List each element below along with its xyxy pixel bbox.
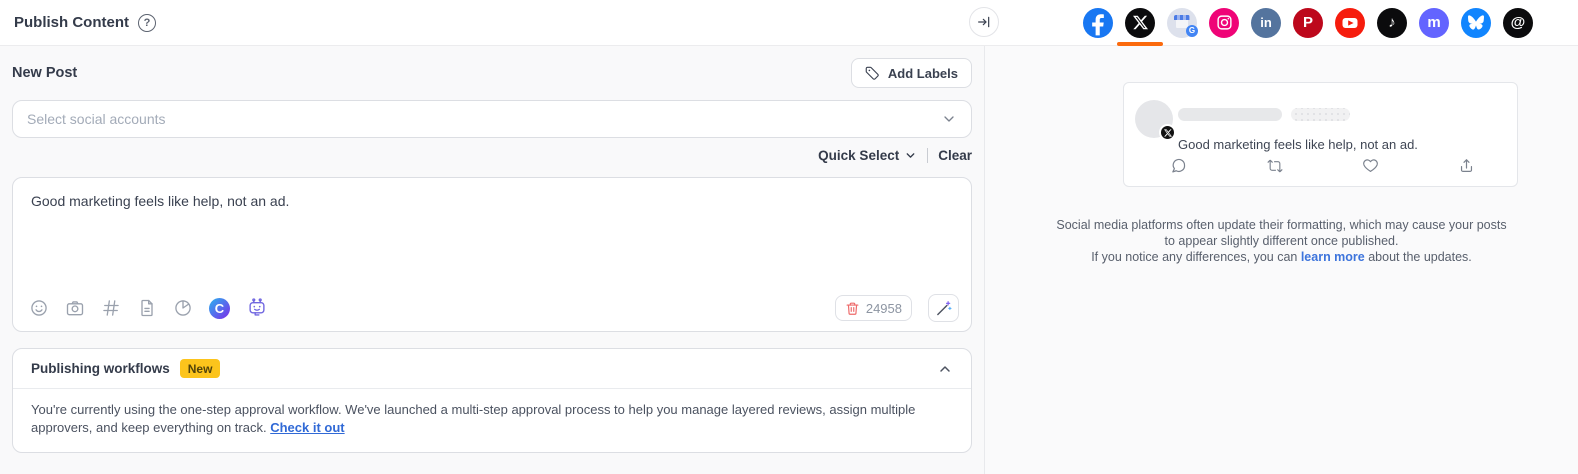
facebook-icon bbox=[1092, 13, 1104, 35]
header: Publish Content ? G in P ♪ m @ bbox=[0, 0, 1578, 46]
network-tab-facebook[interactable] bbox=[1083, 7, 1113, 38]
post-preview-card: Good marketing feels like help, not an a… bbox=[1123, 82, 1518, 187]
composer-toolbar: C 24958 bbox=[29, 294, 959, 322]
compose-panel: New Post Add Labels Select social accoun… bbox=[0, 46, 985, 474]
publish-content-page: Publish Content ? G in P ♪ m @ New Post … bbox=[0, 0, 1578, 474]
add-labels-button[interactable]: Add Labels bbox=[850, 58, 972, 88]
divider bbox=[927, 147, 929, 163]
network-tab-bluesky[interactable] bbox=[1461, 7, 1491, 38]
network-tabs: G in P ♪ m @ bbox=[985, 0, 1578, 46]
collapse-panel-button[interactable] bbox=[969, 7, 999, 37]
google-g-badge: G bbox=[1186, 24, 1198, 37]
network-tab-threads[interactable]: @ bbox=[1503, 7, 1533, 38]
skeleton-bar bbox=[1291, 108, 1350, 121]
avatar bbox=[1135, 100, 1176, 141]
mastodon-icon: m bbox=[1427, 14, 1441, 31]
hashtag-icon[interactable] bbox=[101, 298, 121, 318]
char-count-value: 24958 bbox=[865, 300, 902, 316]
network-tab-linkedin[interactable]: in bbox=[1251, 7, 1281, 38]
emoji-icon[interactable] bbox=[29, 298, 49, 318]
preview-panel: Good marketing feels like help, not an a… bbox=[985, 46, 1578, 474]
learn-more-link[interactable]: learn more bbox=[1301, 250, 1365, 264]
network-tab-instagram[interactable] bbox=[1209, 7, 1239, 38]
tiktok-icon: ♪ bbox=[1388, 14, 1396, 31]
x-icon bbox=[1163, 128, 1172, 137]
x-icon bbox=[1132, 15, 1148, 30]
username-skeleton bbox=[1178, 108, 1350, 121]
arrow-to-bar-icon bbox=[978, 16, 990, 28]
trash-icon bbox=[846, 302, 859, 315]
canva-icon[interactable]: C bbox=[209, 297, 230, 319]
tag-icon bbox=[865, 66, 879, 80]
character-counter[interactable]: 24958 bbox=[834, 295, 912, 321]
share-icon bbox=[1458, 157, 1475, 175]
post-text-input[interactable]: Good marketing feels like help, not an a… bbox=[31, 193, 953, 209]
pinterest-icon: P bbox=[1302, 14, 1313, 31]
help-icon[interactable]: ? bbox=[138, 13, 156, 32]
ai-robot-icon[interactable] bbox=[246, 297, 268, 319]
ai-magic-wand-button[interactable] bbox=[928, 294, 959, 322]
new-post-title: New Post bbox=[12, 65, 78, 81]
linkedin-icon: in bbox=[1260, 15, 1272, 30]
post-composer[interactable]: Good marketing feels like help, not an a… bbox=[12, 177, 972, 332]
clear-button[interactable]: Clear bbox=[938, 148, 972, 163]
social-accounts-select[interactable]: Select social accounts bbox=[12, 100, 972, 138]
new-badge: New bbox=[179, 359, 221, 378]
page-title: Publish Content bbox=[14, 14, 129, 31]
network-tab-tiktok[interactable]: ♪ bbox=[1377, 7, 1407, 38]
preview-post-text: Good marketing feels like help, not an a… bbox=[1178, 137, 1418, 152]
workflows-title: Publishing workflows bbox=[31, 361, 170, 376]
magic-wand-icon bbox=[937, 300, 952, 315]
formatting-disclaimer: Social media platforms often update thei… bbox=[1056, 218, 1507, 264]
header-left: Publish Content ? bbox=[0, 0, 985, 46]
check-it-out-link[interactable]: Check it out bbox=[270, 420, 344, 435]
bluesky-butterfly-icon bbox=[1468, 15, 1484, 30]
network-tab-google-business[interactable]: G bbox=[1167, 7, 1198, 38]
network-tab-mastodon[interactable]: m bbox=[1419, 7, 1449, 38]
network-tab-pinterest[interactable]: P bbox=[1293, 7, 1323, 38]
reply-icon bbox=[1170, 157, 1187, 175]
threads-icon: @ bbox=[1510, 14, 1526, 31]
workflows-header[interactable]: Publishing workflows New bbox=[13, 349, 971, 389]
network-tab-youtube[interactable] bbox=[1335, 7, 1365, 38]
select-placeholder: Select social accounts bbox=[27, 111, 166, 127]
panel-divider bbox=[984, 0, 985, 474]
camera-icon[interactable] bbox=[65, 298, 85, 318]
x-network-badge bbox=[1159, 124, 1176, 141]
document-icon[interactable] bbox=[137, 298, 157, 318]
instagram-icon bbox=[1216, 15, 1232, 30]
youtube-icon bbox=[1335, 7, 1365, 38]
chevron-down-icon bbox=[906, 152, 915, 158]
like-icon bbox=[1362, 157, 1379, 175]
skeleton-bar bbox=[1178, 108, 1282, 121]
quick-select-button[interactable]: Quick Select bbox=[818, 148, 917, 163]
publishing-workflows-card: Publishing workflows New You're currentl… bbox=[12, 348, 972, 453]
network-tab-x[interactable] bbox=[1125, 7, 1155, 38]
workflows-body: You're currently using the one-step appr… bbox=[31, 402, 916, 435]
pie-chart-icon[interactable] bbox=[173, 298, 193, 318]
repost-icon bbox=[1266, 157, 1284, 175]
chevron-up-icon bbox=[940, 365, 950, 372]
preview-actions bbox=[1170, 157, 1475, 175]
chevron-down-icon bbox=[944, 116, 954, 122]
selected-network-indicator bbox=[1117, 42, 1163, 46]
storefront-icon bbox=[1174, 14, 1190, 20]
